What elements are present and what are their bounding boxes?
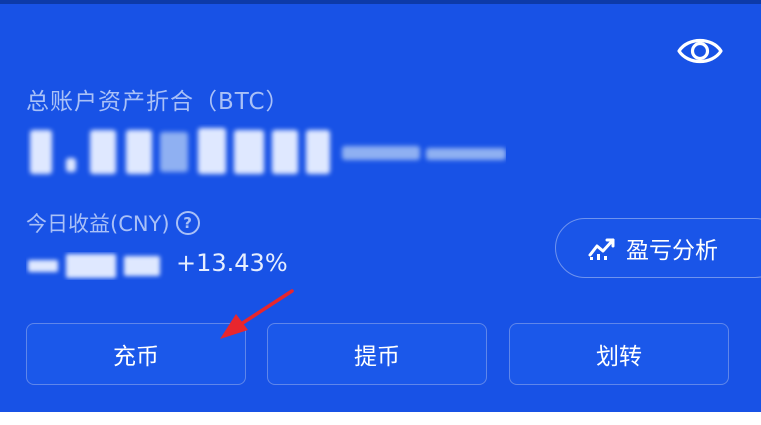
question-icon[interactable]: ? <box>175 211 200 235</box>
page-background <box>0 412 761 425</box>
action-bar: 充币 提币 划转 <box>26 323 729 385</box>
eye-icon[interactable] <box>676 34 724 68</box>
today-earnings-label: 今日收益(CNY) ? <box>26 208 200 238</box>
today-change-percent: +13.43% <box>176 249 288 277</box>
total-assets-value-masked <box>26 124 506 180</box>
asset-card: 总账户资产折合（BTC） 今日收益(CNY) ? +13.43% 盈亏分析 充币… <box>0 0 761 412</box>
today-earnings-value-masked <box>26 252 166 280</box>
withdraw-button[interactable]: 提币 <box>267 323 487 385</box>
today-earnings-label-text: 今日收益(CNY) <box>26 212 170 236</box>
transfer-button[interactable]: 划转 <box>509 323 729 385</box>
pnl-analysis-button[interactable]: 盈亏分析 <box>555 218 761 278</box>
pnl-analysis-label: 盈亏分析 <box>626 238 718 264</box>
total-assets-label: 总账户资产折合（BTC） <box>26 89 290 115</box>
chart-trend-icon <box>588 238 615 260</box>
deposit-button[interactable]: 充币 <box>26 323 246 385</box>
